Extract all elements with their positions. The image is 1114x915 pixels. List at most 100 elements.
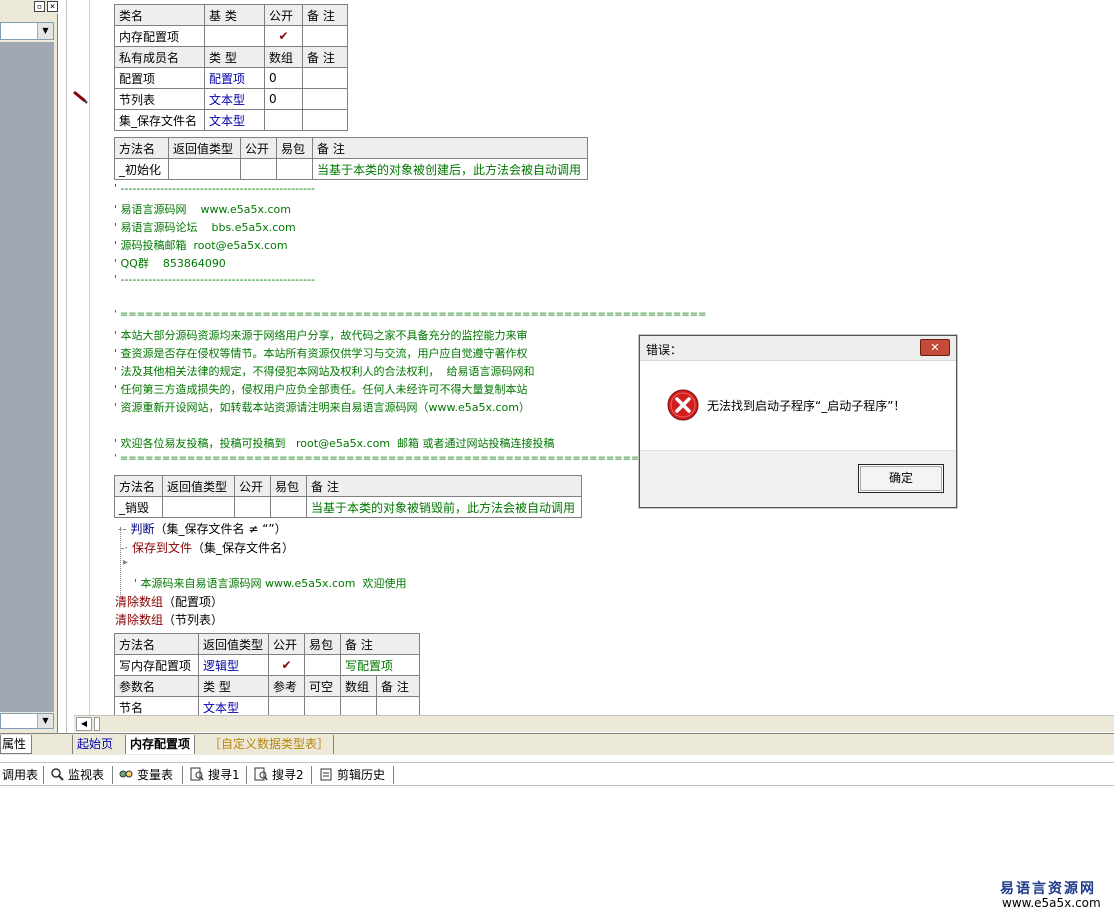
remark-cell[interactable]: [302, 25, 348, 47]
close-icon[interactable]: ×: [47, 1, 58, 12]
chevron-down-icon[interactable]: ▼: [37, 714, 53, 728]
col-header: 数组: [264, 46, 303, 68]
object-combo[interactable]: ▼: [0, 22, 54, 40]
epkg-cell[interactable]: [270, 496, 307, 518]
code-comment-source[interactable]: ' 本源码来自易语言源码网 www.e5a5x.com 欢迎使用: [134, 575, 407, 591]
col-header: 方法名: [114, 475, 163, 497]
table-row[interactable]: 节列表 文本型 0: [114, 88, 348, 110]
tab-custom-types[interactable]: ［自定义数据类型表］: [205, 735, 335, 754]
col-header: 备 注: [302, 4, 348, 26]
col-header: 返回值类型: [162, 475, 235, 497]
variable-table-button[interactable]: 变量表: [119, 766, 173, 784]
close-button[interactable]: ✕: [920, 339, 950, 356]
comment-line[interactable]: ' 易语言源码网 www.e5a5x.com: [114, 201, 291, 217]
comment-line[interactable]: ' --------------------------------------…: [114, 182, 315, 195]
clip-history-button[interactable]: 剪辑历史: [319, 766, 385, 784]
code-line-judge[interactable]: -- 判断（集_保存文件名 ≠ “”）: [118, 520, 287, 537]
class-name-cell[interactable]: 内存配置项: [114, 25, 205, 47]
public-check-icon[interactable]: ✔: [264, 25, 303, 47]
horizontal-scrollbar[interactable]: ◀: [74, 715, 1114, 732]
comment-line[interactable]: ' 资源重新开设网站，如转载本站资源请注明来自易语言源码网（www.e5a5x.…: [114, 399, 530, 415]
col-header: 备 注: [312, 137, 588, 159]
return-type-cell[interactable]: [168, 158, 241, 180]
remark-cell[interactable]: 当基于本类的对象被创建后，此方法会被自动调用: [312, 158, 588, 180]
remark-cell[interactable]: 写配置项: [340, 654, 420, 676]
table-row[interactable]: 写内存配置项 逻辑型 ✔ 写配置项: [114, 654, 420, 676]
member-remark-cell[interactable]: [302, 109, 348, 131]
epkg-cell[interactable]: [276, 158, 313, 180]
col-header: 易包: [270, 475, 307, 497]
base-class-cell[interactable]: [204, 25, 265, 47]
dialog-title: 错误：: [646, 343, 683, 357]
member-name-cell[interactable]: 配置项: [114, 67, 205, 89]
member-type-cell[interactable]: 配置项: [204, 67, 265, 89]
col-header: 备 注: [340, 633, 420, 655]
left-panel: ▫ × ▼ ▼: [0, 0, 58, 735]
toolbar-divider: [43, 766, 44, 784]
code-line-clear2[interactable]: 清除数组（节列表）: [115, 611, 223, 628]
member-remark-cell[interactable]: [302, 88, 348, 110]
public-cell[interactable]: [240, 158, 277, 180]
watch-table-button[interactable]: 监视表: [50, 766, 104, 784]
member-array-cell[interactable]: [264, 109, 303, 131]
comment-line[interactable]: ' 源码投稿邮箱 root@e5a5x.com: [114, 237, 288, 253]
search2-button[interactable]: 搜寻2: [254, 766, 304, 784]
method-name-cell[interactable]: _初始化: [114, 158, 169, 180]
tab-properties[interactable]: 属性: [0, 735, 32, 754]
code-line-save[interactable]: -· 保存到文件（集_保存文件名）: [120, 539, 294, 556]
comment-line[interactable]: ' --------------------------------------…: [114, 273, 315, 286]
method-name-cell[interactable]: 写内存配置项: [114, 654, 199, 676]
col-header: 类名: [114, 4, 205, 26]
member-array-cell[interactable]: 0: [264, 67, 303, 89]
branch-arrow-icon: ▸: [123, 557, 129, 568]
col-header: 方法名: [114, 137, 169, 159]
method-name-cell[interactable]: _销毁: [114, 496, 163, 518]
restore-icon[interactable]: ▫: [34, 1, 45, 12]
comment-line[interactable]: ' 本站大部分源码资源均来源于网络用户分享，故代码之家不具备充分的监控能力来审: [114, 327, 528, 343]
search-list-icon: [254, 767, 268, 781]
return-type-cell[interactable]: 逻辑型: [198, 654, 269, 676]
table-row[interactable]: 集_保存文件名 文本型: [114, 109, 348, 131]
return-type-cell[interactable]: [162, 496, 235, 518]
comment-line[interactable]: ' 查资源是否存在侵权等情节。本站所有资源仅供学习与交流，用户应自觉遵守著作权: [114, 345, 528, 361]
scroll-left-icon[interactable]: ◀: [76, 717, 92, 731]
member-name-cell[interactable]: 集_保存文件名: [114, 109, 205, 131]
button-label: 监视表: [68, 768, 105, 782]
member-name-cell[interactable]: 节列表: [114, 88, 205, 110]
table-row[interactable]: _销毁 当基于本类的对象被销毁前，此方法会被自动调用: [114, 496, 582, 518]
epkg-cell[interactable]: [304, 654, 341, 676]
comment-line[interactable]: ' ======================================…: [114, 309, 706, 320]
call-table-button[interactable]: 调用表: [2, 766, 38, 784]
property-combo[interactable]: ▼: [0, 713, 54, 729]
tab-memory-config[interactable]: 内存配置项: [125, 735, 196, 754]
dialog-titlebar[interactable]: 错误： ✕: [640, 336, 956, 361]
public-cell[interactable]: [234, 496, 271, 518]
chevron-down-icon[interactable]: ▼: [37, 23, 53, 39]
code-line-clear1[interactable]: 清除数组（配置项）: [115, 593, 223, 610]
ok-button[interactable]: 确定: [858, 464, 944, 493]
left-panel-header: ▫ ×: [0, 0, 58, 14]
comment-line[interactable]: ' QQ群 853864090: [114, 255, 226, 271]
remark-cell[interactable]: 当基于本类的对象被销毁前，此方法会被自动调用: [306, 496, 582, 518]
scroll-thumb[interactable]: [94, 717, 100, 731]
member-array-cell[interactable]: 0: [264, 88, 303, 110]
error-dialog: 错误： ✕ 无法找到启动子程序“_启动子程序”！ 确定: [639, 335, 957, 508]
col-header: 可空: [304, 675, 341, 697]
comment-line[interactable]: ' 任何第三方造成损失的，侵权用户应负全部责任。任何人未经许可不得大量复制本站: [114, 381, 528, 397]
dialog-footer: 确定: [640, 450, 956, 507]
member-type-cell[interactable]: 文本型: [204, 88, 265, 110]
col-header: 备 注: [376, 675, 420, 697]
public-check-icon[interactable]: ✔: [268, 654, 305, 676]
search1-button[interactable]: 搜寻1: [190, 766, 240, 784]
comment-line[interactable]: ' 易语言源码论坛 bbs.e5a5x.com: [114, 219, 296, 235]
col-header: 参数名: [114, 675, 199, 697]
property-list[interactable]: [0, 42, 54, 712]
tab-start-page[interactable]: 起始页: [72, 735, 117, 754]
comment-line[interactable]: ' 欢迎各位易友投稿，投稿可投稿到 root@e5a5x.com 邮箱 或者通过…: [114, 435, 555, 451]
member-remark-cell[interactable]: [302, 67, 348, 89]
member-type-cell[interactable]: 文本型: [204, 109, 265, 131]
table-row[interactable]: 配置项 配置项 0: [114, 67, 348, 89]
table-row[interactable]: _初始化 当基于本类的对象被创建后，此方法会被自动调用: [114, 158, 588, 180]
comment-line[interactable]: ' ======================================…: [114, 453, 706, 464]
comment-line[interactable]: ' 法及其他相关法律的规定，不得侵犯本网站及权利人的合法权利， 给易语言源码网和: [114, 363, 535, 379]
